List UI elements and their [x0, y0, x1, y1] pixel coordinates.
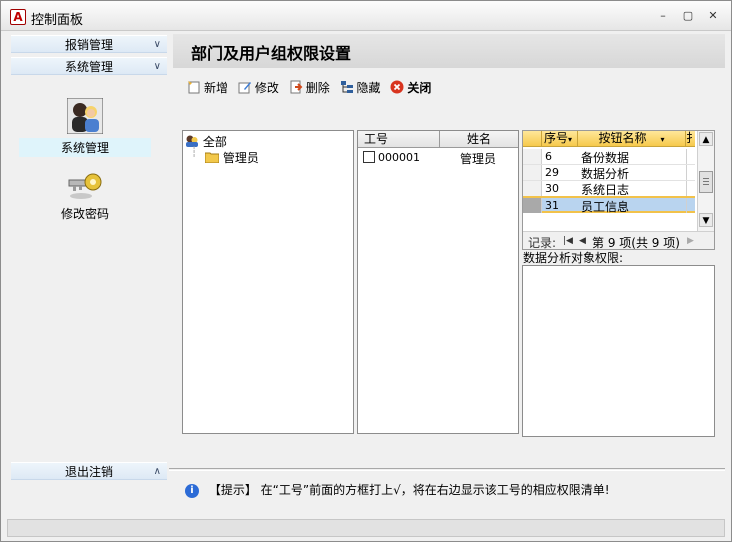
- delete-button[interactable]: 删除: [289, 77, 330, 97]
- app-icon: A: [10, 9, 26, 25]
- table-row[interactable]: 6 备份数据: [523, 149, 695, 165]
- column-header-truncated[interactable]: 扌: [686, 131, 695, 147]
- window-title: 控制面板: [31, 13, 84, 28]
- analysis-permission-box[interactable]: [522, 265, 715, 437]
- sidebar-item-system-management[interactable]: 系统管理: [19, 98, 151, 157]
- table-row[interactable]: 30 系统日志: [523, 181, 695, 197]
- sidebar-group-system[interactable]: 系统管理 ∨: [11, 57, 167, 75]
- first-record-icon[interactable]: |◀: [563, 236, 573, 246]
- record-navigator: 记录: |◀ ◀ 第 9 项(共 9 项) ▶: [523, 231, 714, 250]
- row-selector[interactable]: [523, 181, 542, 196]
- vertical-scrollbar[interactable]: ▲ ▼: [697, 131, 714, 231]
- column-header-id[interactable]: 工号: [358, 131, 440, 148]
- table-row-selected[interactable]: 31 员工信息: [523, 196, 695, 214]
- user-name: 管理员: [460, 152, 497, 166]
- row-selector[interactable]: [523, 149, 542, 164]
- sort-arrow-icon: ▾: [568, 135, 573, 144]
- row-selector[interactable]: [523, 198, 542, 213]
- key-icon: [68, 173, 102, 199]
- close-button[interactable]: 关闭: [390, 77, 431, 97]
- divider: [169, 468, 725, 471]
- tree-hide-icon: [340, 81, 353, 93]
- close-icon: [390, 80, 404, 94]
- analysis-permission-label: 数据分析对象权限:: [523, 251, 624, 265]
- scroll-up-icon[interactable]: ▲: [699, 132, 713, 146]
- column-header-button-name[interactable]: 按钮名称 ▾: [578, 131, 686, 147]
- folder-icon: [204, 152, 220, 164]
- chevron-double-down-icon: ∨: [153, 61, 161, 72]
- table-row[interactable]: 29 数据分析: [523, 165, 695, 181]
- sidebar: 报销管理 ∨ 系统管理 ∨ 系统管理 修改密码 退出注销 ∧: [9, 34, 167, 514]
- next-record-icon[interactable]: ▶: [687, 236, 694, 246]
- tree-connector: ┆: [191, 147, 198, 158]
- sidebar-item-label: 修改密码: [60, 207, 109, 221]
- button-table-header: 序号▾ 按钮名称 ▾ 扌: [523, 131, 695, 147]
- row-selector[interactable]: [523, 165, 542, 180]
- sidebar-item-change-password[interactable]: 修改密码: [19, 170, 151, 223]
- column-header-name[interactable]: 姓名: [440, 131, 518, 148]
- sidebar-group-label: 报销管理: [64, 38, 113, 52]
- tip-text: 【提示】 在“工号”前面的方框打上√，将在右边显示该工号的相应权限清单!: [208, 483, 610, 497]
- user-grid[interactable]: 工号 姓名 000001 管理员: [357, 130, 519, 434]
- tree-node-admin[interactable]: 管理员: [204, 149, 259, 166]
- control-panel-window: A 控制面板 – ▢ ✕ 报销管理 ∨ 系统管理 ∨ 系统管理 修改密码 退出注…: [0, 0, 732, 542]
- sidebar-logout[interactable]: 退出注销 ∧: [11, 462, 167, 480]
- users-icon: [67, 98, 103, 134]
- scroll-thumb[interactable]: [699, 171, 713, 193]
- edit-icon: [238, 82, 251, 94]
- user-id: 000001: [378, 151, 420, 164]
- button-permission-table[interactable]: 序号▾ 按钮名称 ▾ 扌 6 备份数据 29 数据分析 30 系统日志 31 员…: [522, 130, 715, 250]
- prev-record-icon[interactable]: ◀: [579, 236, 586, 246]
- column-header-no[interactable]: 序号▾: [542, 131, 578, 147]
- tip-message: i 【提示】 在“工号”前面的方框打上√，将在右边显示该工号的相应权限清单!: [185, 481, 610, 498]
- chevron-double-up-icon: ∧: [153, 466, 161, 477]
- chevron-double-down-icon: ∨: [153, 39, 161, 50]
- info-icon: i: [185, 483, 199, 498]
- delete-icon: [290, 80, 303, 94]
- dropdown-arrow-icon: ▾: [660, 135, 665, 144]
- title-bar[interactable]: A 控制面板 – ▢ ✕: [1, 1, 731, 31]
- status-bar: [7, 519, 725, 537]
- sidebar-group-expense[interactable]: 报销管理 ∨: [11, 35, 167, 53]
- sidebar-group-label: 系统管理: [64, 60, 113, 74]
- maximize-button[interactable]: ▢: [680, 9, 696, 23]
- sidebar-item-label: 系统管理: [19, 138, 151, 157]
- main-header: 部门及用户组权限设置: [173, 34, 725, 68]
- close-window-button[interactable]: ✕: [705, 9, 721, 23]
- add-button[interactable]: 新增: [187, 77, 228, 97]
- user-checkbox[interactable]: [363, 151, 375, 163]
- minimize-button[interactable]: –: [655, 9, 671, 23]
- grid-header: 工号 姓名: [358, 131, 518, 148]
- page-title: 部门及用户组权限设置: [191, 44, 352, 63]
- select-column-header: [523, 131, 542, 147]
- table-row[interactable]: 000001 管理员: [358, 149, 518, 166]
- new-document-icon: [188, 81, 200, 94]
- toolbar: 新增 修改 删除 隐藏 关闭: [187, 77, 437, 97]
- sidebar-logout-label: 退出注销: [64, 465, 113, 479]
- hide-button[interactable]: 隐藏: [340, 77, 381, 97]
- group-icon: [186, 135, 198, 147]
- scroll-down-icon[interactable]: ▼: [699, 213, 713, 227]
- edit-button[interactable]: 修改: [238, 77, 279, 97]
- department-tree[interactable]: 全部 ┆ 管理员: [182, 130, 354, 434]
